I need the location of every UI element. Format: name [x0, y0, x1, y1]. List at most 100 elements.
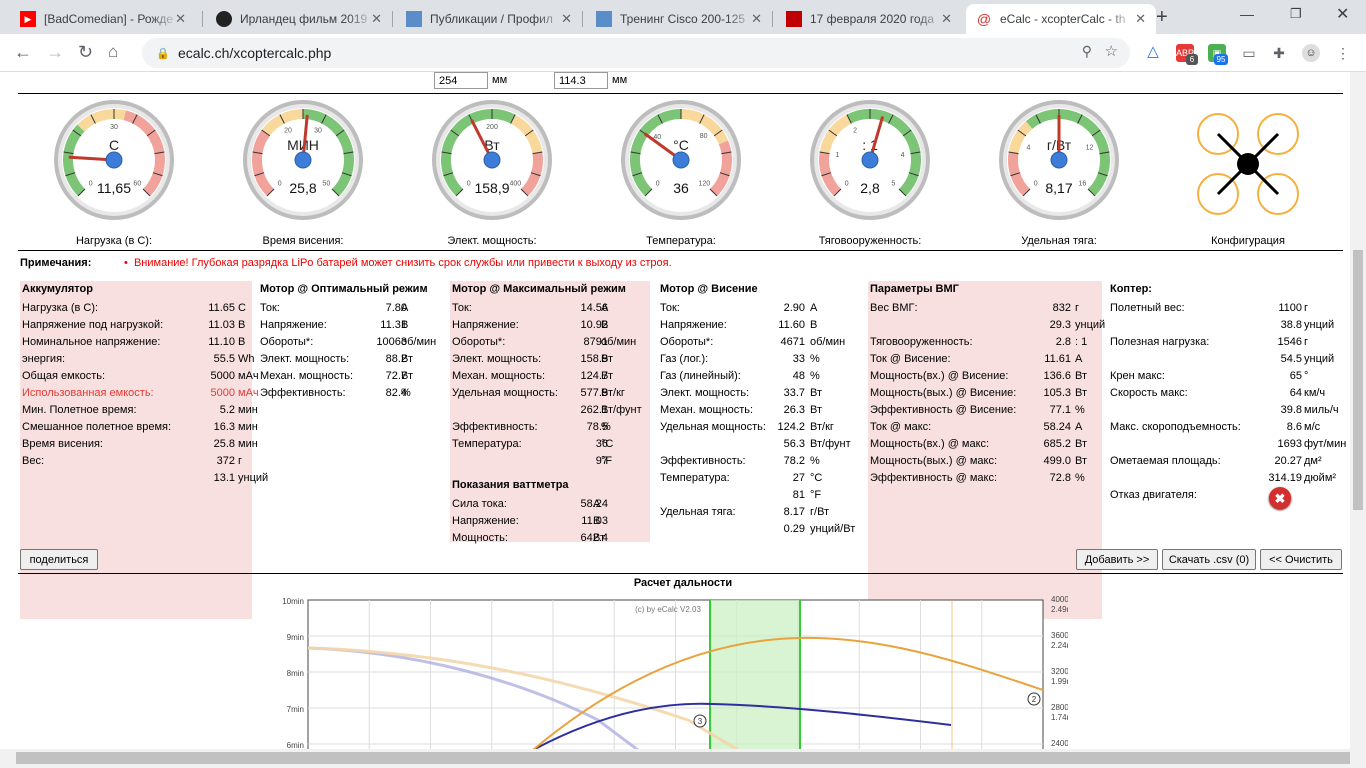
tab-5[interactable]: 17 февраля 2020 года ✕	[776, 4, 962, 34]
gauge-4: 040 80120°C36	[621, 100, 741, 220]
tab-close-icon[interactable]: ✕	[941, 11, 952, 27]
browser-toolbar: ← → ↻ ⌂ 🔒 ecalc.ch/xcoptercalc.php ⚲ ☆ △…	[0, 34, 1366, 72]
row-key: Элект. мощность:	[452, 353, 542, 365]
chart-watermark: (c) by eCalc V2.03	[635, 605, 701, 614]
panel-wattmeter: Показания ваттметра Сила тока: 58.24 А Напря…	[450, 477, 650, 544]
tab-1[interactable]: ▶ [BadComedian] - Рожде ✕	[10, 4, 196, 34]
tab-close-icon[interactable]: ✕	[371, 11, 382, 27]
vertical-scrollbar-thumb[interactable]	[1353, 250, 1363, 510]
panel-row: Напряжение: 11.60 В	[658, 317, 860, 334]
panel-row: 38.8 унций	[1108, 317, 1342, 334]
extension-triangle-icon[interactable]: △	[1144, 42, 1162, 60]
bookmark-star-icon[interactable]: ☆	[1105, 42, 1118, 60]
panel-row: Скорость макс: 64 км/ч	[1108, 385, 1342, 402]
tab-2[interactable]: Ирландец фильм 2019 ✕	[206, 4, 392, 34]
row-key: Обороты*:	[660, 336, 714, 348]
profile-avatar[interactable]: ☺	[1302, 44, 1320, 62]
close-window-button[interactable]: ✕	[1336, 4, 1349, 24]
home-icon[interactable]: ⌂	[108, 42, 118, 62]
tab-close-icon[interactable]: ✕	[751, 11, 762, 27]
row-unit: Вт	[1075, 455, 1088, 467]
horizontal-scrollbar-thumb[interactable]	[16, 752, 1350, 764]
panel-row: 39.8 миль/ч	[1108, 402, 1342, 419]
row-value: 124.2	[777, 421, 805, 433]
panel-row: Использованная емкость: 5000 мАч	[20, 385, 259, 402]
row-value: 64	[1289, 387, 1302, 399]
restore-button[interactable]: ❐	[1290, 6, 1302, 22]
gauge-label: Время висения:	[262, 235, 344, 247]
row-unit: Вт	[810, 387, 823, 399]
panel-row: Ток @ макс: 58.24 А	[868, 419, 1102, 436]
gauge-3: 0200400Вт158,9	[432, 100, 552, 220]
menu-dots-icon[interactable]: ⋮	[1334, 44, 1352, 62]
optimal-zone	[710, 600, 800, 749]
panel-row: Ток: 2.90 А	[658, 300, 860, 317]
y-left-tick: 7min	[287, 705, 304, 714]
row-key: Мощность(вх.) @ Висение:	[870, 370, 1009, 382]
y-right-tick-mi: 1.74mi	[1051, 713, 1068, 722]
row-key: Ток @ макс:	[870, 421, 932, 433]
panel-title: Аккумулятор	[22, 283, 93, 295]
panel-row: Номинальное напряжение: 11.10 В	[20, 334, 252, 351]
tab-separator	[582, 11, 583, 27]
row-unit: Вт	[593, 532, 606, 544]
tab-4[interactable]: Тренинг Cisco 200-125 ✕	[586, 4, 772, 34]
row-value: 499.0	[1043, 455, 1071, 467]
gauge-value: 2,8	[860, 180, 880, 196]
tab-close-icon[interactable]: ✕	[175, 11, 186, 27]
dimension-input-1[interactable]	[434, 72, 488, 89]
row-key: Тяговооруженность:	[870, 336, 973, 348]
row-key: Эффективность:	[660, 455, 746, 467]
panel-row: Напряжение: 11.31 В	[258, 317, 444, 334]
tab-close-icon[interactable]: ✕	[1135, 11, 1146, 27]
ecalc-icon: @	[976, 11, 992, 27]
row-key: Сила тока:	[452, 498, 507, 510]
y-right-tick-mi: 2.24mi	[1051, 641, 1068, 650]
panel-row: Смешанное полетное время: 16.3 мин	[20, 419, 258, 436]
row-value: 136.6	[1043, 370, 1071, 382]
tab-6[interactable]: @ eCalc - xcopterCalc - th ✕	[966, 4, 1156, 34]
panel-row: Мощность: 642.4 Вт	[450, 530, 650, 547]
y-left-tick: 10min	[282, 597, 304, 606]
row-key: энергия:	[22, 353, 66, 365]
forward-arrow-icon[interactable]: →	[46, 42, 64, 63]
new-tab-button[interactable]: +	[1156, 6, 1168, 29]
gauge-tick-label: 2	[853, 128, 857, 135]
panel-row: Макс. скороподъемность: 8.6 м/с	[1108, 419, 1342, 436]
range-chart: (c) by eCalc V2.03 10min 9min 8min 7min 6min 4…	[282, 595, 1068, 749]
row-key: Газ (лог.):	[660, 353, 709, 365]
panel-row: Механ. мощность: 26.3 Вт	[658, 402, 860, 419]
back-arrow-icon[interactable]: ←	[14, 42, 32, 63]
clear-button[interactable]: << Очистить	[1260, 549, 1342, 570]
row-key: Мощность(вых.) @ макс:	[870, 455, 997, 467]
site-icon	[406, 11, 422, 27]
tab-close-icon[interactable]: ✕	[561, 11, 572, 27]
panel-row: Сила тока: 58.24 А	[450, 496, 650, 513]
share-button[interactable]: поделиться	[20, 549, 98, 570]
row-key: Механ. мощность:	[260, 370, 354, 382]
tab-3[interactable]: Публикации / Профил ✕	[396, 4, 582, 34]
panel-row: Эффективность @ Висение: 77.1%	[868, 402, 1102, 419]
panel-row: Напряжение: 10.92 В	[450, 317, 650, 334]
panel-row: Ток: 7.80 А	[258, 300, 444, 317]
reload-icon[interactable]: ↻	[78, 42, 93, 63]
row-unit: : 1	[1075, 336, 1088, 348]
gauge-tick-label: 50	[322, 180, 330, 187]
gauge-tick-label: 30	[110, 124, 118, 131]
gauge-tick-label: 1	[835, 152, 839, 159]
add-button[interactable]: Добавить >>	[1076, 549, 1158, 570]
puzzle-icon[interactable]: ✚	[1270, 44, 1288, 62]
gauge-6: 041216г/Вт8,17	[999, 100, 1119, 220]
download-csv-button[interactable]: Скачать .csv (0)	[1162, 549, 1256, 570]
address-bar[interactable]: 🔒 ecalc.ch/xcoptercalc.php ⚲ ☆	[142, 38, 1130, 68]
dimension-input-2[interactable]	[554, 72, 608, 89]
zoom-search-icon[interactable]: ⚲	[1082, 43, 1092, 60]
row-key: Эффективность @ макс:	[870, 472, 997, 484]
row-key: Время висения:	[22, 438, 103, 450]
row-value: 5000	[210, 370, 235, 382]
minimize-button[interactable]: —	[1240, 6, 1254, 22]
panel-row: Тяговооруженность: 2.8: 1	[868, 334, 1102, 351]
cast-icon[interactable]: ▭	[1240, 44, 1258, 62]
panel-title: Коптер:	[1110, 283, 1152, 295]
row-unit: %	[810, 455, 820, 467]
